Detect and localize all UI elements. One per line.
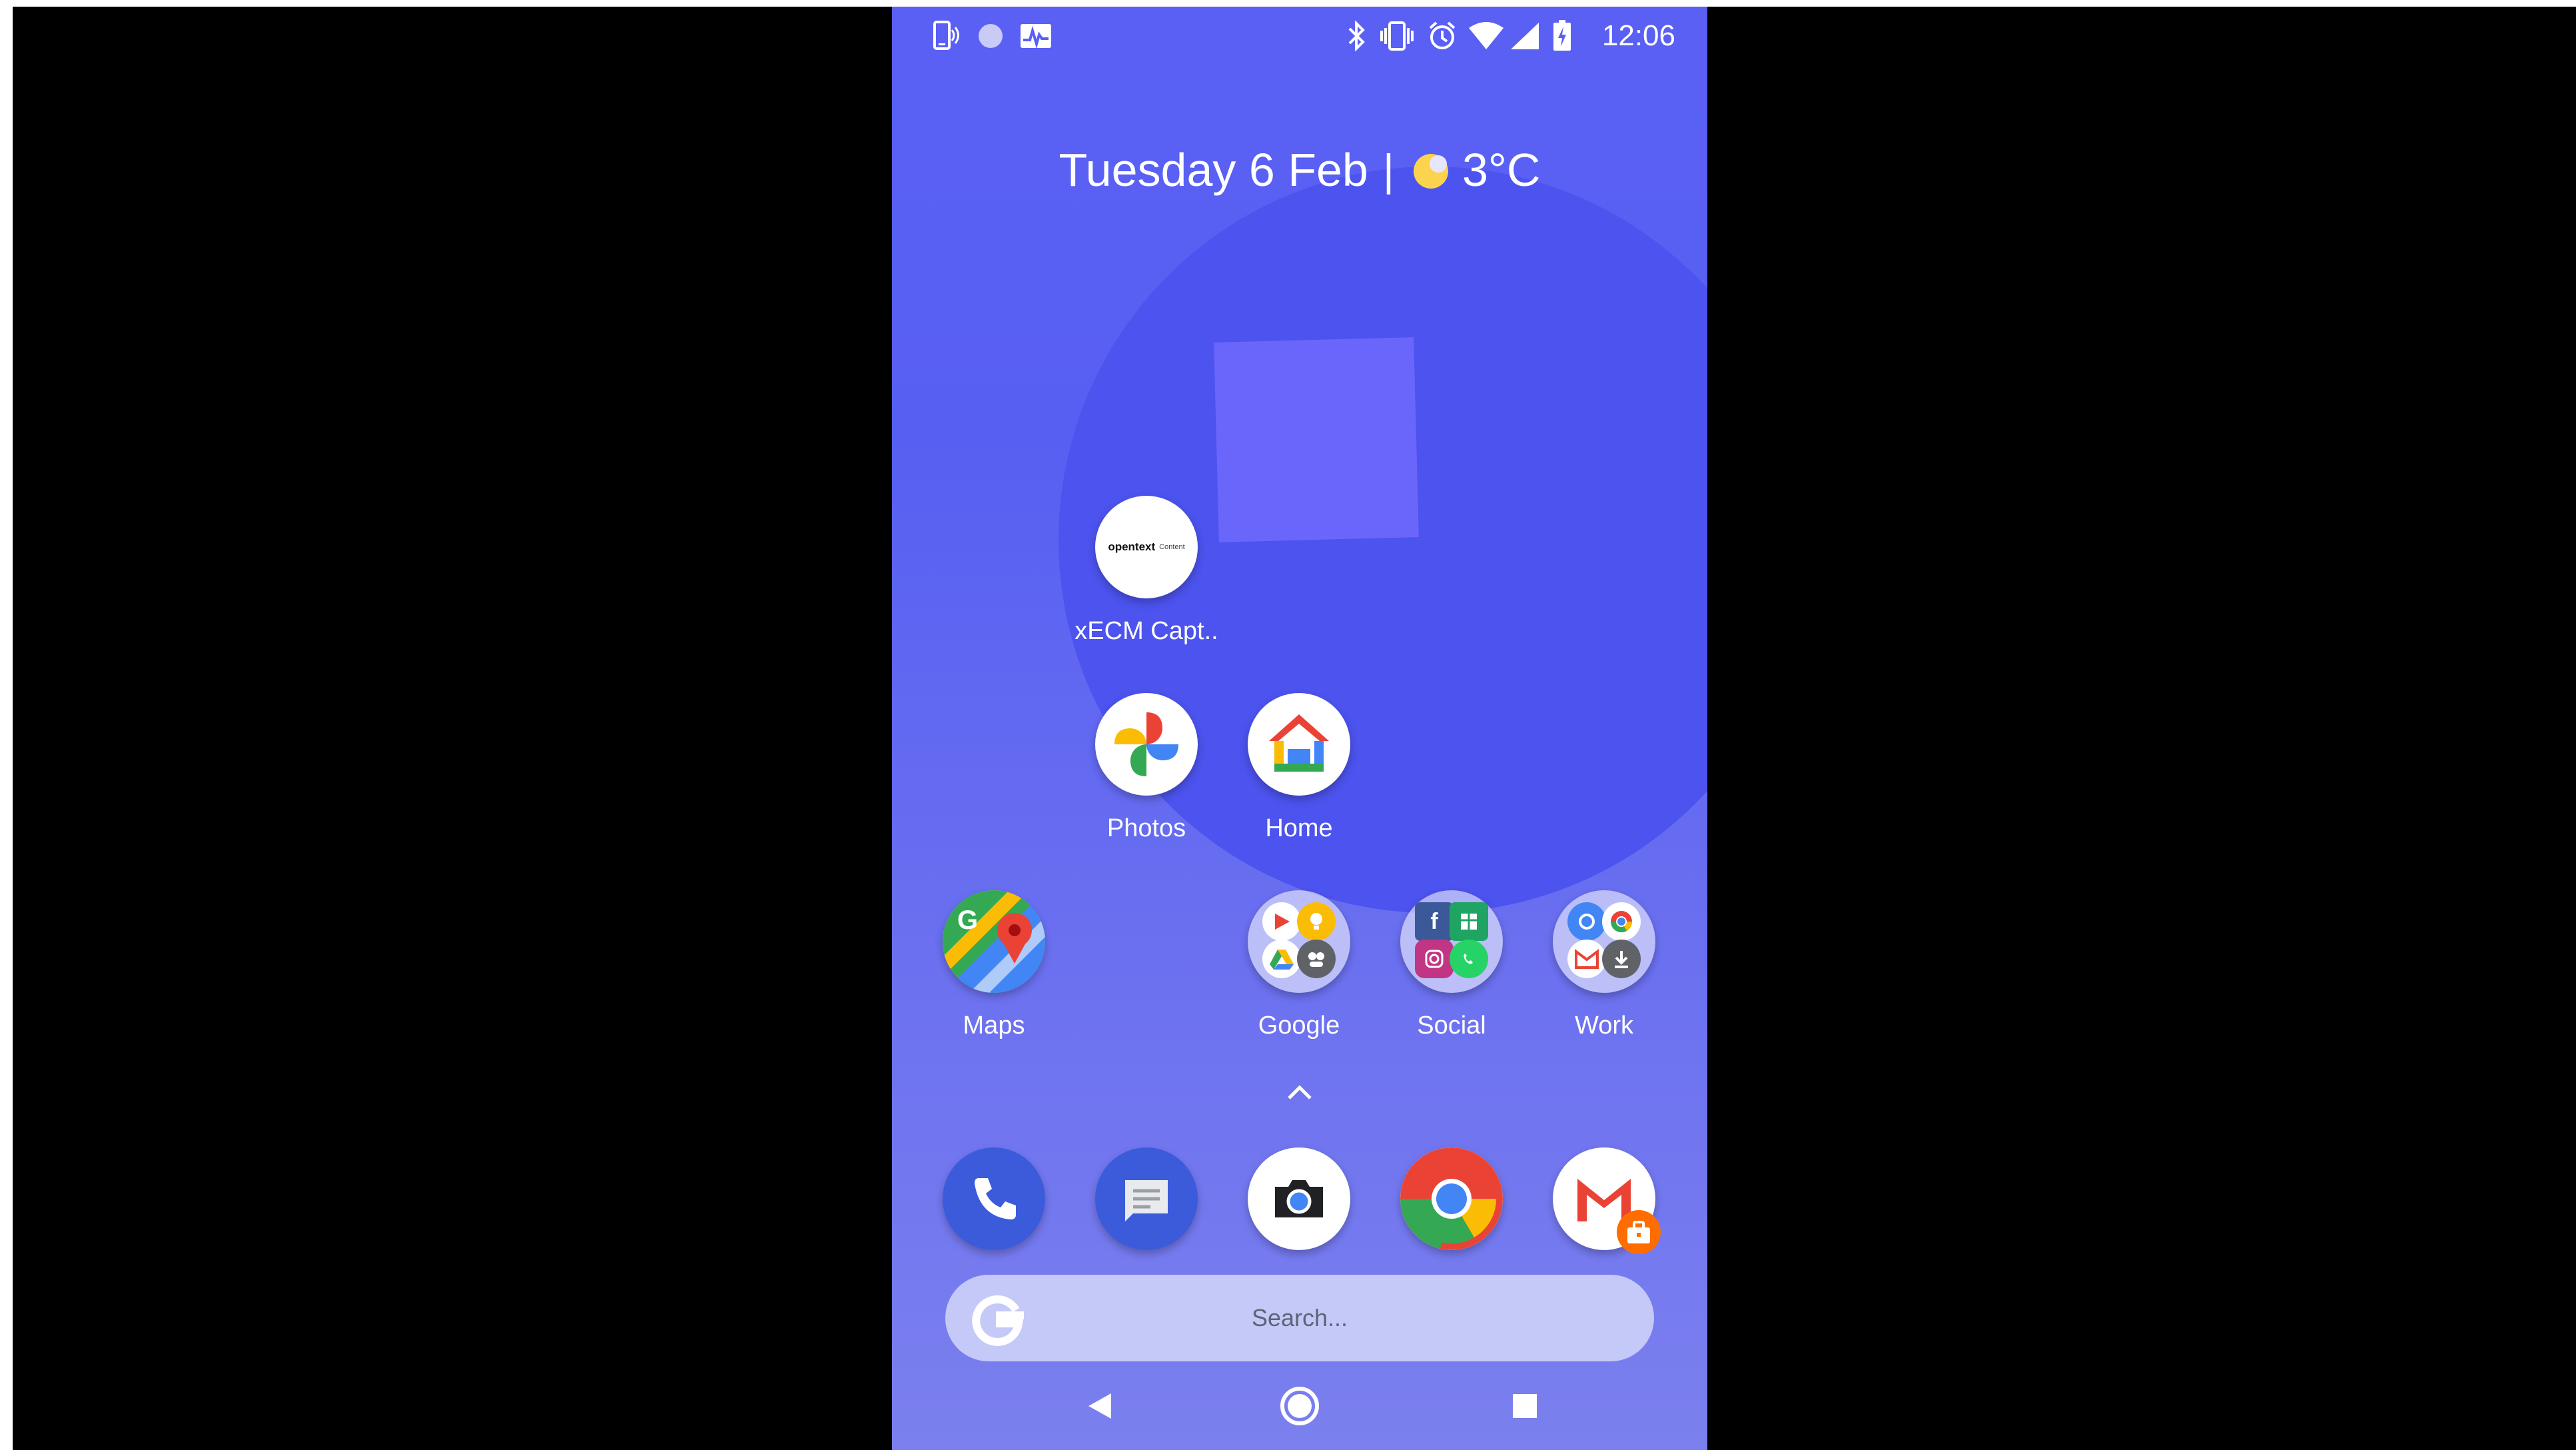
app-photos[interactable]: Photos bbox=[1070, 693, 1223, 843]
home-button[interactable] bbox=[1273, 1379, 1326, 1433]
date-text[interactable]: Tuesday 6 Feb bbox=[1059, 143, 1368, 197]
back-button[interactable] bbox=[1073, 1379, 1126, 1433]
photos-pinwheel-icon bbox=[1095, 693, 1198, 796]
drive-icon bbox=[1262, 940, 1301, 978]
phone-icon bbox=[943, 1147, 1045, 1250]
svg-text:G: G bbox=[957, 906, 978, 935]
recents-button[interactable] bbox=[1498, 1379, 1551, 1433]
work-badge-icon bbox=[1617, 1210, 1661, 1254]
folder-icon bbox=[1248, 890, 1350, 993]
folder-icon: f bbox=[1400, 890, 1503, 993]
date-separator: | bbox=[1382, 145, 1394, 195]
app-label: Work bbox=[1575, 1012, 1633, 1040]
dock-messages[interactable] bbox=[1070, 1147, 1223, 1250]
google-home-icon bbox=[1248, 693, 1350, 796]
bluetooth-icon bbox=[1337, 16, 1377, 56]
download-icon bbox=[1602, 940, 1641, 978]
gmail-work-icon bbox=[1553, 1147, 1661, 1254]
play-movies-icon bbox=[1262, 902, 1301, 941]
work-app-icon bbox=[1567, 902, 1606, 941]
opentext-icon: opentext Content bbox=[1095, 496, 1198, 598]
alarm-icon bbox=[1422, 16, 1462, 56]
wifi-icon bbox=[1466, 16, 1506, 56]
temperature-text[interactable]: 3°C bbox=[1462, 143, 1540, 197]
google-maps-icon: G bbox=[943, 890, 1045, 993]
search-bar[interactable]: Search... bbox=[945, 1275, 1654, 1361]
app-label: Home bbox=[1265, 814, 1333, 842]
folder-icon bbox=[1553, 890, 1655, 993]
app-label: Google bbox=[1258, 1012, 1340, 1040]
facebook-icon: f bbox=[1415, 902, 1454, 941]
cell-signal-icon bbox=[1505, 16, 1545, 56]
app-label: xECM Capt.. bbox=[1074, 617, 1218, 645]
back-icon bbox=[1088, 1393, 1111, 1419]
status-clock: 12:06 bbox=[1601, 19, 1675, 52]
folder-social[interactable]: f Social bbox=[1375, 890, 1528, 1040]
whatsapp-icon bbox=[1450, 940, 1488, 978]
google-assistant-icon bbox=[1297, 940, 1336, 978]
app-maps[interactable]: G Maps bbox=[917, 890, 1071, 1040]
chrome-icon bbox=[1400, 1147, 1503, 1250]
dock-chrome[interactable] bbox=[1375, 1147, 1528, 1250]
keep-icon bbox=[1297, 902, 1336, 941]
phone-screen: 12:06 Tuesday 6 Feb | 3°C opentext Conte… bbox=[892, 7, 1707, 1450]
chevron-up-icon[interactable] bbox=[1280, 1080, 1320, 1106]
vibrate-icon bbox=[1377, 16, 1417, 56]
activity-monitor-icon bbox=[1016, 16, 1056, 56]
folder-google[interactable]: Google bbox=[1222, 890, 1376, 1040]
wallpaper-square bbox=[1214, 337, 1419, 542]
instagram-icon bbox=[1415, 940, 1454, 978]
messages-icon bbox=[1095, 1147, 1198, 1250]
circle-notification-icon bbox=[971, 16, 1011, 56]
recents-icon bbox=[1513, 1394, 1537, 1418]
app-label: Maps bbox=[963, 1012, 1025, 1040]
app-label: Social bbox=[1417, 1012, 1486, 1040]
dock-phone[interactable] bbox=[917, 1147, 1071, 1250]
app-label: Photos bbox=[1106, 814, 1186, 842]
gmail-mini-icon bbox=[1567, 940, 1606, 978]
chrome-work-icon bbox=[1602, 902, 1641, 941]
dock-gmail-work[interactable] bbox=[1527, 1147, 1681, 1254]
app-google-home[interactable]: Home bbox=[1222, 693, 1376, 843]
app-xecm-capture[interactable]: opentext Content xECM Capt.. bbox=[1070, 496, 1223, 646]
partly-cloudy-icon bbox=[1414, 154, 1448, 189]
battery-charging-icon bbox=[1542, 16, 1582, 56]
home-icon bbox=[1280, 1387, 1319, 1425]
folder-work[interactable]: Work bbox=[1527, 890, 1681, 1040]
search-placeholder[interactable]: Search... bbox=[945, 1304, 1654, 1332]
dock-camera[interactable] bbox=[1222, 1147, 1376, 1250]
camera-icon bbox=[1248, 1147, 1350, 1250]
at-a-glance-widget[interactable]: Tuesday 6 Feb | 3°C bbox=[892, 140, 1707, 200]
cast-phone-icon bbox=[925, 16, 965, 56]
sheets-icon bbox=[1450, 902, 1488, 941]
